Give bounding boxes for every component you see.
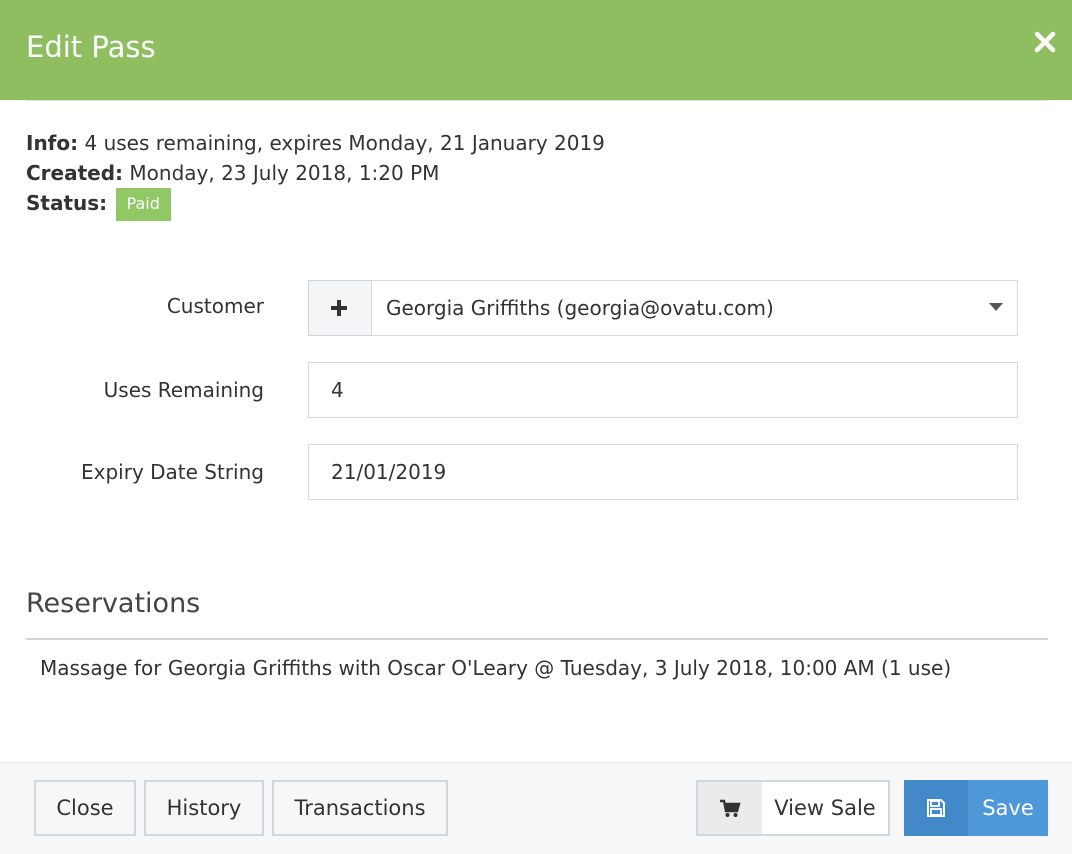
- modal-title: Edit Pass: [26, 30, 156, 64]
- reservations-divider: [26, 638, 1048, 640]
- view-sale-label: View Sale: [774, 796, 876, 820]
- customer-label: Customer: [166, 294, 264, 318]
- modal-header: Edit Pass: [0, 0, 1072, 100]
- floppy-disk-icon: [904, 780, 968, 836]
- reservation-item[interactable]: Massage for Georgia Griffiths with Oscar…: [40, 656, 951, 680]
- customer-select[interactable]: Georgia Griffiths (georgia@ovatu.com): [371, 280, 1018, 336]
- close-button[interactable]: Close: [34, 780, 136, 836]
- chevron-down-icon: [989, 303, 1003, 311]
- view-sale-button[interactable]: View Sale: [696, 780, 890, 836]
- save-label: Save: [982, 796, 1034, 820]
- plus-icon: [331, 300, 347, 316]
- uses-remaining-label: Uses Remaining: [103, 378, 264, 402]
- expiry-date-input[interactable]: 21/01/2019: [308, 444, 1018, 500]
- save-button[interactable]: Save: [904, 780, 1048, 836]
- info-label: Info:: [26, 131, 79, 155]
- status-badge: Paid: [115, 188, 171, 221]
- uses-remaining-input[interactable]: 4: [308, 362, 1018, 418]
- header-divider: [26, 100, 1048, 101]
- pass-info: Info: 4 uses remaining, expires Monday, …: [26, 128, 605, 221]
- created-value: Monday, 23 July 2018, 1:20 PM: [129, 161, 440, 185]
- reservations-title: Reservations: [26, 588, 201, 619]
- expiry-date-label: Expiry Date String: [81, 460, 264, 484]
- add-customer-button[interactable]: [308, 280, 372, 336]
- customer-select-value: Georgia Griffiths (georgia@ovatu.com): [386, 296, 774, 320]
- created-line: Created: Monday, 23 July 2018, 1:20 PM: [26, 158, 605, 188]
- info-value: 4 uses remaining, expires Monday, 21 Jan…: [84, 131, 605, 155]
- history-button[interactable]: History: [144, 780, 264, 836]
- status-label: Status:: [26, 191, 108, 215]
- transactions-button[interactable]: Transactions: [272, 780, 448, 836]
- close-icon[interactable]: [1034, 30, 1056, 54]
- created-label: Created:: [26, 161, 124, 185]
- status-line: Status: Paid: [26, 188, 605, 221]
- info-line: Info: 4 uses remaining, expires Monday, …: [26, 128, 605, 158]
- cart-icon: [698, 782, 762, 834]
